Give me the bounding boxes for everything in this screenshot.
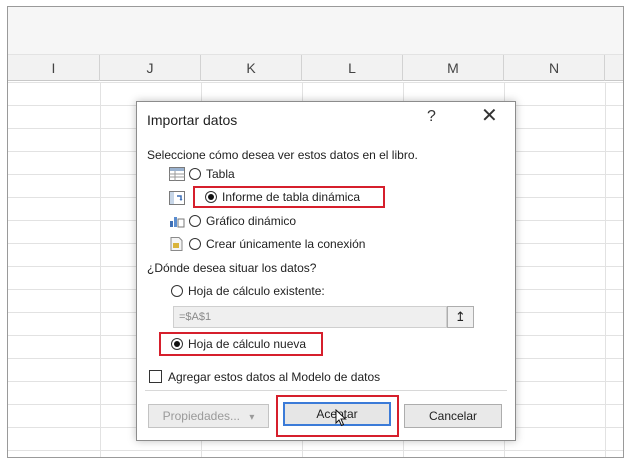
data-model-checkbox-label[interactable]: Agregar estos datos al Modelo de datos [168, 370, 380, 384]
option-pivot-table-label[interactable]: Informe de tabla dinámica [222, 190, 360, 204]
column-header[interactable]: J [100, 55, 201, 81]
option-existing-sheet-label[interactable]: Hoja de cálculo existente: [188, 284, 325, 298]
column-header[interactable]: L [302, 55, 403, 81]
location-prompt: ¿Dónde desea situar los datos? [147, 261, 317, 275]
dialog-title: Importar datos [147, 112, 238, 128]
cancel-button[interactable]: Cancelar [404, 404, 502, 428]
column-header[interactable]: M [403, 55, 504, 81]
column-header[interactable]: I [8, 55, 100, 81]
view-prompt: Seleccione cómo desea ver estos datos en… [147, 148, 418, 162]
option-pivot-chart-label[interactable]: Gráfico dinámico [206, 214, 296, 228]
option-tabla-label[interactable]: Tabla [206, 167, 235, 181]
option-new-sheet-label[interactable]: Hoja de cálculo nueva [188, 337, 306, 351]
import-data-dialog: Importar datos ? ✕ Seleccione cómo desea… [136, 101, 516, 441]
radio-tabla[interactable] [189, 168, 201, 180]
radio-existing-sheet[interactable] [171, 285, 183, 297]
collapse-arrow-icon: ↥ [455, 309, 466, 324]
pivot-table-icon [169, 191, 185, 205]
radio-connection-only[interactable] [189, 238, 201, 250]
dropdown-arrow-icon: ▾ [249, 412, 255, 423]
data-model-checkbox[interactable] [149, 370, 162, 383]
column-header-bar: I J K L M N [8, 55, 623, 81]
radio-new-sheet[interactable] [171, 338, 183, 350]
collapse-dialog-button[interactable]: ↥ [447, 306, 474, 328]
divider [145, 390, 507, 391]
mouse-pointer-icon [335, 409, 347, 427]
cancel-button-label: Cancelar [428, 409, 478, 423]
properties-button-label: Propiedades... [162, 409, 240, 423]
close-button[interactable]: ✕ [481, 106, 498, 126]
connection-icon [170, 237, 183, 251]
properties-button[interactable]: Propiedades... ▾ [148, 404, 269, 428]
column-header[interactable]: K [201, 55, 302, 81]
help-button[interactable]: ? [427, 108, 436, 126]
radio-pivot-chart[interactable] [189, 215, 201, 227]
cell-reference-input[interactable]: =$A$1 [173, 306, 447, 328]
radio-pivot-table[interactable] [205, 191, 217, 203]
column-header[interactable]: N [504, 55, 605, 81]
ribbon-area [8, 7, 623, 55]
table-icon [169, 167, 185, 181]
pivot-chart-icon [170, 217, 185, 228]
option-connection-only-label[interactable]: Crear únicamente la conexión [206, 237, 365, 251]
